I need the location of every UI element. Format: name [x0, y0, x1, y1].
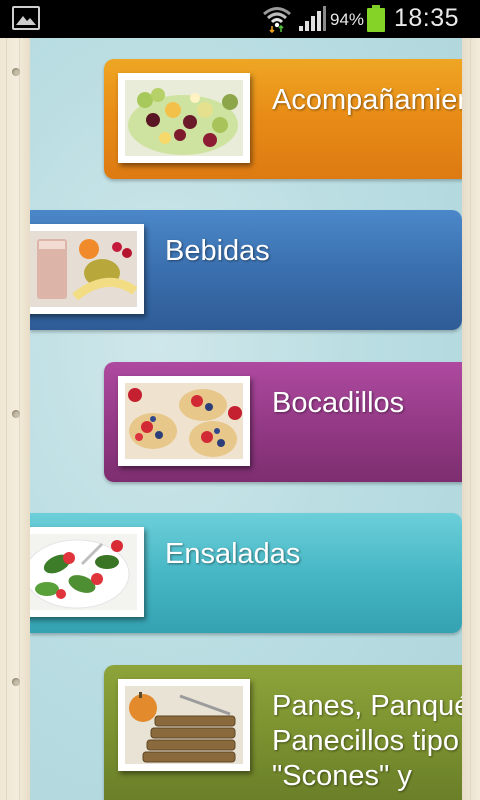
battery-percent: 94% [330, 10, 365, 29]
category-label: Bebidas [165, 235, 270, 267]
smoothie-photo [30, 224, 144, 314]
gallery-notification-icon [12, 6, 40, 30]
category-bocadillos[interactable]: Bocadillos [104, 362, 462, 482]
category-list[interactable]: Acompañamientos Bebidas [30, 38, 462, 800]
category-label: Bocadillos [272, 387, 405, 419]
wood-frame-left [0, 38, 30, 800]
status-bar: 94% 18:35 [0, 0, 480, 38]
wood-frame-right [462, 38, 480, 800]
category-label: Acompañamientos [272, 84, 462, 116]
category-panes[interactable]: Panes, Panqués, Panecillos tipo "Scones"… [104, 665, 462, 800]
category-label: Panes, Panqués, Panecillos tipo "Scones"… [272, 690, 462, 792]
category-acompanamientos[interactable]: Acompañamientos [104, 59, 462, 179]
category-label: Ensaladas [165, 538, 301, 570]
salad-photo [30, 527, 144, 617]
wifi-icon [263, 7, 291, 33]
fruit-salad-photo [118, 73, 250, 163]
category-ensaladas[interactable]: Ensaladas [30, 513, 462, 633]
clock: 18:35 [394, 4, 460, 32]
signal-icon [299, 6, 326, 31]
battery-icon [367, 5, 385, 32]
bread-photo [118, 679, 250, 771]
fruit-tartlets-photo [118, 376, 250, 466]
category-bebidas[interactable]: Bebidas [30, 210, 462, 330]
